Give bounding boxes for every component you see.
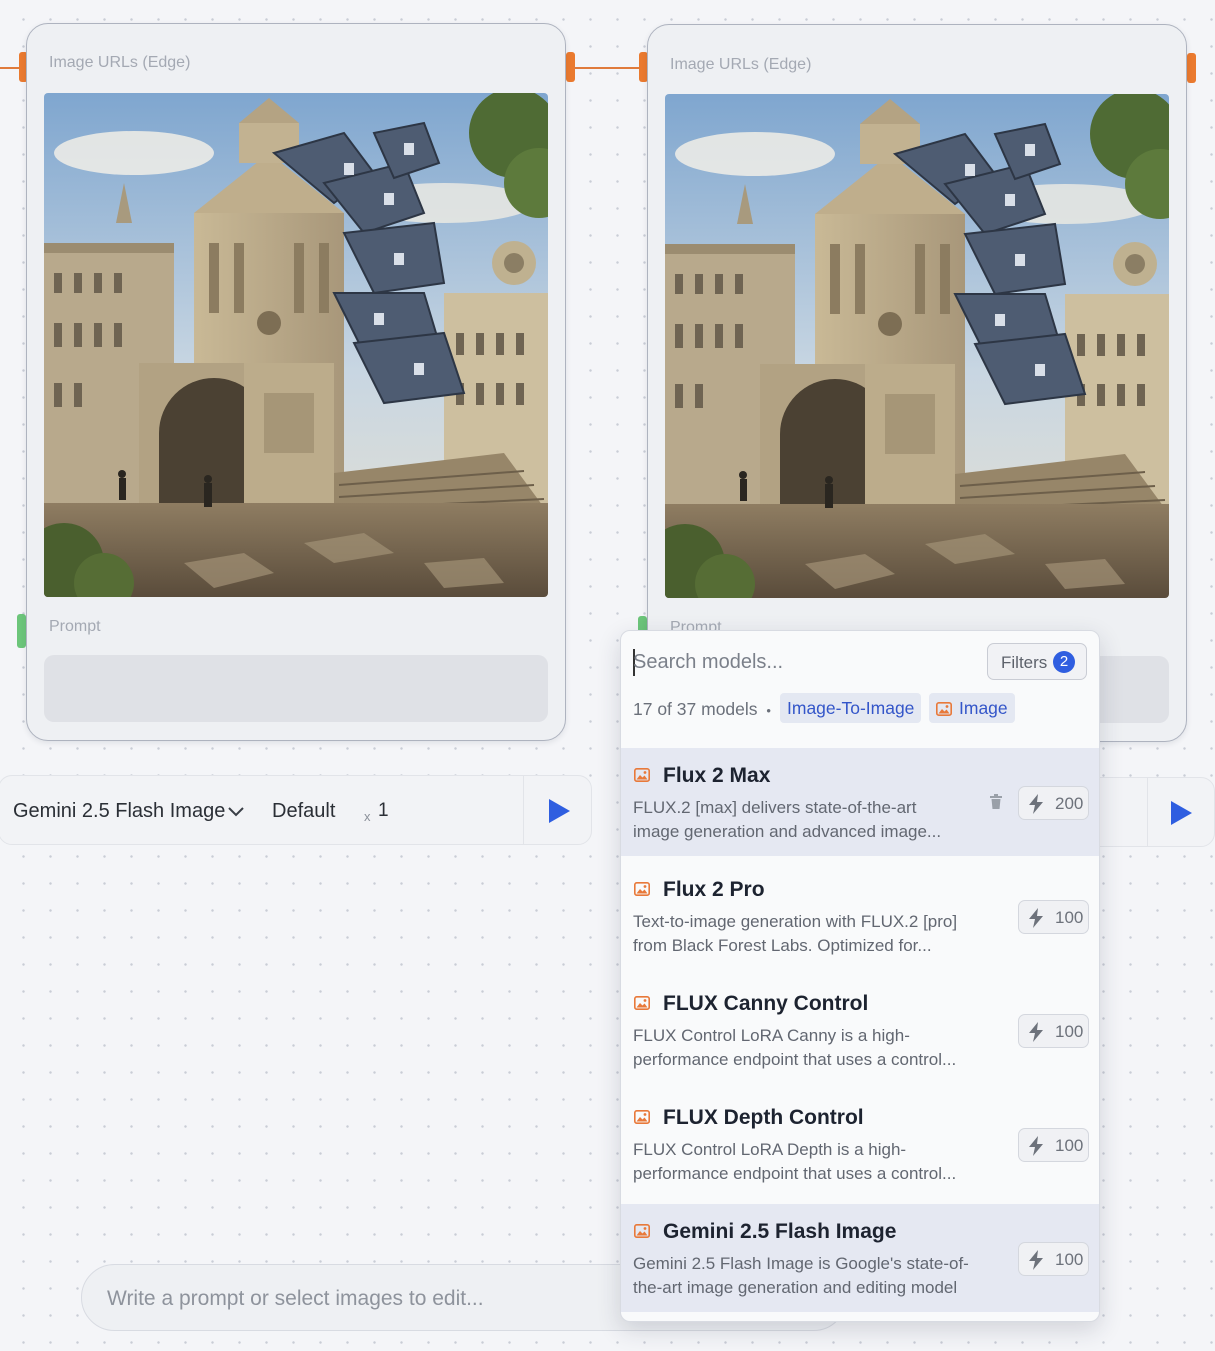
bolt-icon: [1027, 1136, 1045, 1156]
image-icon: [634, 1224, 650, 1238]
filters-button[interactable]: Filters 2: [987, 643, 1087, 680]
run-bar: Gemini 2.5 Flash Image Default x 1: [0, 775, 592, 845]
model-name: FLUX Depth Control: [663, 1106, 864, 1129]
edge-left-in: [0, 67, 20, 69]
filters-label: Filters: [1001, 653, 1048, 672]
model-item-flux-canny-control[interactable]: FLUX Canny Control FLUX Control LoRA Can…: [621, 976, 1099, 1084]
model-item-flux-depth-control[interactable]: FLUX Depth Control FLUX Control LoRA Dep…: [621, 1090, 1099, 1198]
chat-placeholder: Write a prompt or select images to edit.…: [107, 1287, 484, 1310]
model-description: Text-to-image generation with FLUX.2 [pr…: [633, 912, 958, 955]
model-name: Flux 2 Pro: [663, 878, 765, 901]
model-item-gemini-2-5-flash-image[interactable]: Gemini 2.5 Flash Image Gemini 2.5 Flash …: [621, 1204, 1099, 1312]
port-node2-out[interactable]: [1187, 53, 1196, 83]
preset-selector[interactable]: Default: [272, 800, 335, 823]
port-prompt-in[interactable]: [17, 614, 26, 648]
prompt-label: Prompt: [49, 618, 101, 635]
models-count: 17 of 37 models •: [633, 699, 771, 719]
bolt-icon: [1027, 1250, 1045, 1270]
image-icon: [634, 768, 650, 782]
filter-chip-image[interactable]: Image: [929, 693, 1015, 723]
run-count[interactable]: 1: [378, 800, 389, 822]
image-icon: [634, 996, 650, 1010]
image-preview[interactable]: [665, 94, 1169, 598]
cost-badge: 200: [1018, 786, 1089, 820]
divider: [1147, 778, 1148, 846]
model-description: FLUX Control LoRA Canny is a high- perfo…: [633, 1026, 957, 1069]
image-preview[interactable]: [44, 93, 548, 597]
filters-count-badge: 2: [1053, 651, 1075, 673]
prompt-field[interactable]: [44, 655, 548, 722]
cost-badge: 100: [1018, 1242, 1089, 1276]
divider: [523, 776, 524, 844]
model-name: Flux 2 Max: [663, 764, 771, 787]
cost-badge: 100: [1018, 1014, 1089, 1048]
play-icon[interactable]: [547, 798, 571, 824]
model-description: FLUX.2 [max] delivers state-of-the-art i…: [633, 798, 942, 841]
model-description: Gemini 2.5 Flash Image is Google's state…: [633, 1254, 969, 1297]
search-input[interactable]: Search models...: [633, 651, 783, 674]
bolt-icon: [1027, 794, 1045, 814]
play-icon[interactable]: [1169, 800, 1193, 826]
filter-chip-image-to-image[interactable]: Image-To-Image: [780, 693, 922, 723]
edge-node1-node2: [574, 67, 640, 69]
multiplier-x: x: [364, 809, 371, 824]
image-icon: [634, 1110, 650, 1124]
image-icon: [634, 882, 650, 896]
image-icon: [936, 702, 952, 716]
model-selector[interactable]: Gemini 2.5 Flash Image: [13, 800, 225, 823]
image-urls-label: Image URLs (Edge): [49, 54, 191, 71]
model-description: FLUX Control LoRA Depth is a high- perfo…: [633, 1140, 957, 1183]
chevron-down-icon[interactable]: [227, 806, 245, 818]
model-name: FLUX Canny Control: [663, 992, 869, 1015]
image-urls-label: Image URLs (Edge): [670, 56, 812, 73]
cost-badge: 100: [1018, 1128, 1089, 1162]
model-picker: Search models... Filters 2 17 of 37 mode…: [620, 630, 1100, 1322]
bolt-icon: [1027, 908, 1045, 928]
model-name: Gemini 2.5 Flash Image: [663, 1220, 897, 1243]
model-item-flux-2-pro[interactable]: Flux 2 Pro Text-to-image generation with…: [621, 862, 1099, 970]
model-item-flux-2-max[interactable]: Flux 2 Max FLUX.2 [max] delivers state-o…: [621, 748, 1099, 856]
cost-badge: 100: [1018, 900, 1089, 934]
bolt-icon: [1027, 1022, 1045, 1042]
trash-icon[interactable]: [989, 794, 1003, 810]
image-node-1[interactable]: Image URLs (Edge) Prompt: [26, 23, 566, 741]
